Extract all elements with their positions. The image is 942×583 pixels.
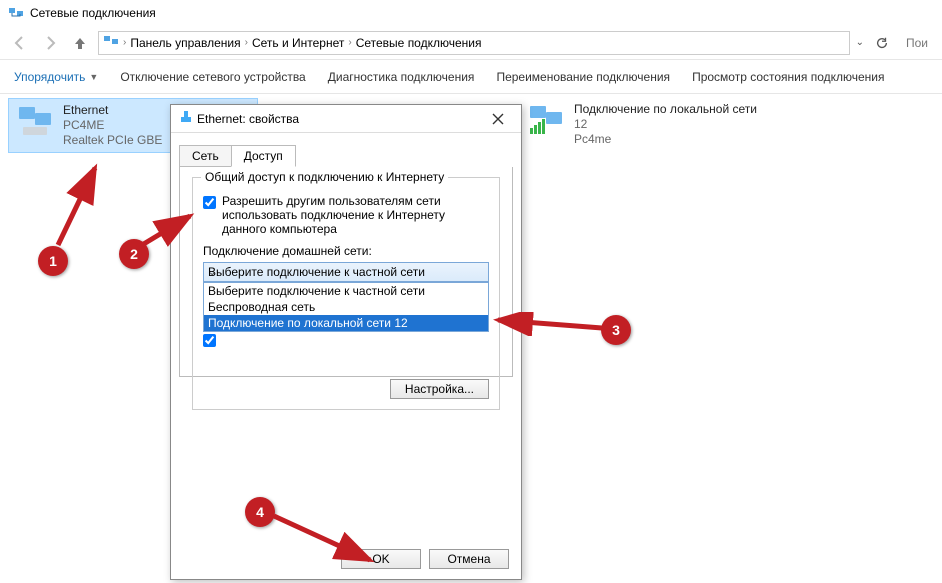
chevron-down-icon: ▼ <box>89 72 98 82</box>
connection-line3: Pc4me <box>574 132 757 147</box>
ok-button[interactable]: OK <box>341 549 421 569</box>
connection-line2: 12 <box>574 117 757 132</box>
tab-panel-access: Общий доступ к подключению к Интернету Р… <box>179 167 513 377</box>
combo-option-2[interactable]: Подключение по локальной сети 12 <box>204 315 488 331</box>
connection-lan12[interactable]: Подключение по локальной сети 12 Pc4me <box>520 98 770 151</box>
ics-groupbox: Общий доступ к подключению к Интернету Р… <box>192 177 500 410</box>
combo-selected-text: Выберите подключение к частной сети <box>208 265 425 279</box>
window-title: Сетевые подключения <box>30 6 156 20</box>
tab-access[interactable]: Доступ <box>231 145 296 167</box>
ethernet-icon <box>179 110 193 127</box>
window-titlebar: Сетевые подключения <box>0 0 942 26</box>
combo-option-1[interactable]: Беспроводная сеть <box>204 299 488 315</box>
chevron-right-icon: › <box>245 37 248 48</box>
search-hint[interactable]: Пои <box>900 36 934 50</box>
second-checkbox[interactable] <box>203 334 216 347</box>
annotation-marker-3: 3 <box>601 315 631 345</box>
tab-strip: Сеть Доступ <box>171 137 521 167</box>
chevron-right-icon: › <box>123 37 126 48</box>
breadcrumb-icon <box>103 33 119 52</box>
refresh-icon[interactable] <box>870 31 894 55</box>
tab-network[interactable]: Сеть <box>179 145 232 167</box>
annotation-marker-1: 1 <box>38 246 68 276</box>
breadcrumb[interactable]: › Панель управления › Сеть и Интернет › … <box>98 31 850 55</box>
connection-name: Подключение по локальной сети <box>574 102 757 117</box>
address-dropdown[interactable]: ⌄ <box>856 37 864 48</box>
toolbar: Упорядочить ▼ Отключение сетевого устрой… <box>0 60 942 94</box>
network-connections-icon <box>8 5 24 21</box>
chevron-right-icon: › <box>348 37 351 48</box>
breadcrumb-mid[interactable]: Сеть и Интернет <box>252 36 344 50</box>
properties-dialog: Ethernet: свойства Сеть Доступ Общий дос… <box>170 104 522 580</box>
second-checkbox-row[interactable] <box>203 332 489 347</box>
network-adapter-icon <box>526 102 566 138</box>
breadcrumb-leaf[interactable]: Сетевые подключения <box>356 36 482 50</box>
annotation-marker-4: 4 <box>245 497 275 527</box>
allow-ics-checkbox[interactable] <box>203 196 216 209</box>
homenet-label: Подключение домашней сети: <box>203 244 489 258</box>
dialog-button-row: OK Отмена <box>341 549 509 569</box>
groupbox-legend: Общий доступ к подключению к Интернету <box>201 170 448 184</box>
allow-ics-label: Разрешить другим пользователям сети испо… <box>222 194 489 236</box>
breadcrumb-root[interactable]: Панель управления <box>130 36 240 50</box>
combo-dropdown-list: Выберите подключение к частной сети Бесп… <box>203 282 489 332</box>
nav-up-button[interactable] <box>68 31 92 55</box>
nav-back-button[interactable] <box>8 31 32 55</box>
homenet-combo[interactable]: Выберите подключение к частной сети ⌄ Вы… <box>203 262 489 282</box>
toolbar-organize-label: Упорядочить <box>14 70 85 84</box>
cancel-button[interactable]: Отмена <box>429 549 509 569</box>
dialog-titlebar[interactable]: Ethernet: свойства <box>171 105 521 133</box>
annotation-marker-2: 2 <box>119 239 149 269</box>
network-adapter-icon <box>15 103 55 139</box>
close-button[interactable] <box>483 108 513 130</box>
toolbar-diagnose[interactable]: Диагностика подключения <box>328 70 475 84</box>
allow-ics-row[interactable]: Разрешить другим пользователям сети испо… <box>203 194 489 236</box>
connection-name: Ethernet <box>63 103 162 118</box>
combo-field[interactable]: Выберите подключение к частной сети ⌄ <box>203 262 489 282</box>
toolbar-disable-device[interactable]: Отключение сетевого устройства <box>120 70 305 84</box>
annotation-arrow-1 <box>50 160 110 250</box>
connection-line3: Realtek PCIe GBE <box>63 133 162 148</box>
connection-line2: PC4ME <box>63 118 162 133</box>
nav-forward-button[interactable] <box>38 31 62 55</box>
toolbar-rename[interactable]: Переименование подключения <box>496 70 670 84</box>
toolbar-organize[interactable]: Упорядочить ▼ <box>14 70 98 84</box>
address-bar: › Панель управления › Сеть и Интернет › … <box>0 26 942 60</box>
toolbar-status[interactable]: Просмотр состояния подключения <box>692 70 884 84</box>
combo-option-0[interactable]: Выберите подключение к частной сети <box>204 283 488 299</box>
dialog-title: Ethernet: свойства <box>197 112 299 126</box>
configure-button[interactable]: Настройка... <box>390 379 489 399</box>
